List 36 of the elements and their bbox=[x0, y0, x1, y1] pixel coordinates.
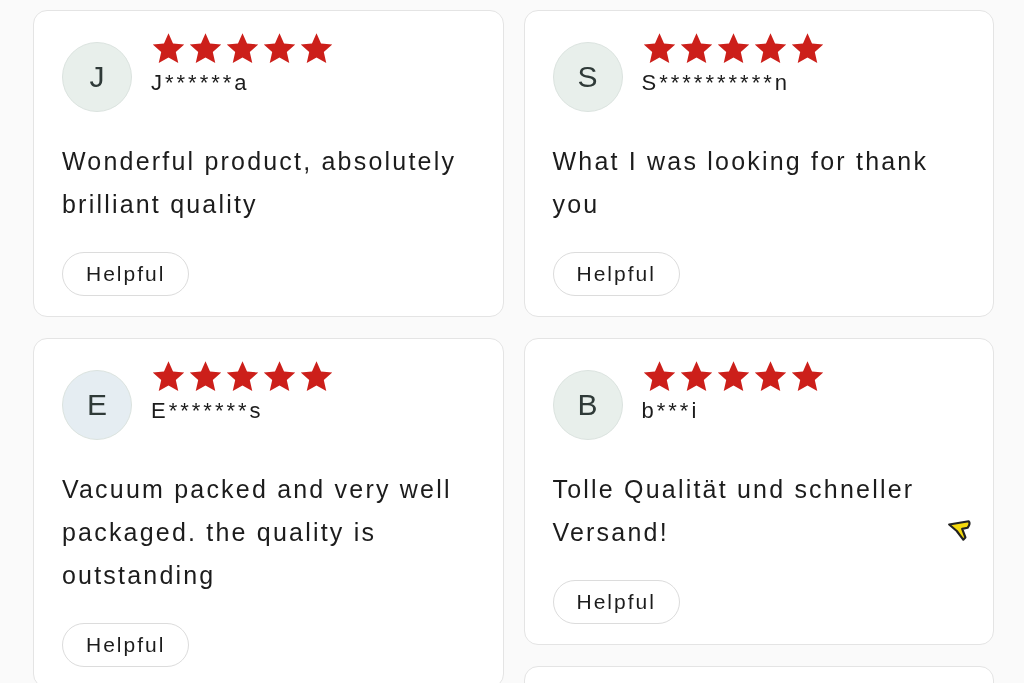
reviewer-name: b***i bbox=[641, 398, 701, 424]
review-text: Vacuum packed and very well packaged. the quality is outstanding bbox=[62, 474, 453, 591]
star-icon bbox=[715, 359, 751, 394]
reviewer-name: S**********n bbox=[641, 70, 792, 96]
star-icon bbox=[678, 359, 714, 394]
avatar: E bbox=[62, 370, 132, 440]
star-icon bbox=[225, 359, 260, 394]
star-icon bbox=[188, 359, 223, 394]
star-icon bbox=[678, 31, 714, 66]
avatar: B bbox=[552, 370, 623, 440]
star-icon bbox=[715, 31, 751, 66]
review-text: What I was looking for thank you bbox=[552, 146, 930, 220]
star-icon bbox=[151, 31, 186, 66]
star-icon bbox=[151, 359, 186, 394]
star-icon bbox=[262, 31, 297, 66]
avatar: S bbox=[552, 42, 623, 112]
star-icon bbox=[789, 31, 825, 66]
helpful-button[interactable]: Helpful bbox=[552, 252, 680, 296]
star-icon bbox=[752, 31, 788, 66]
star-icon bbox=[225, 31, 260, 66]
star-icon bbox=[789, 359, 825, 394]
helpful-button[interactable]: Helpful bbox=[552, 580, 680, 624]
review-text: Wonderful product, absolutely brilliant quality bbox=[62, 146, 458, 220]
helpful-button[interactable]: Helpful bbox=[62, 252, 190, 296]
star-icon bbox=[752, 359, 788, 394]
star-icon bbox=[641, 359, 677, 394]
star-icon bbox=[299, 359, 334, 394]
reviewer-name: J******a bbox=[151, 70, 251, 96]
star-icon bbox=[299, 31, 334, 66]
avatar: J bbox=[62, 42, 132, 112]
star-icon bbox=[641, 31, 677, 66]
star-icon bbox=[188, 31, 223, 66]
reviewer-name: E*******s bbox=[151, 398, 265, 424]
review-text: Tolle Qualität und schneller Versand! bbox=[552, 474, 916, 548]
star-icon bbox=[262, 359, 297, 394]
helpful-button[interactable]: Helpful bbox=[62, 623, 190, 667]
